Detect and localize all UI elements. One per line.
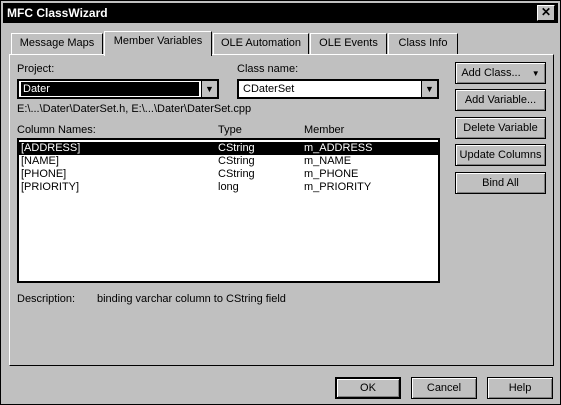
classwizard-dialog: MFC ClassWizard ✕ Message Maps Member Va… [0, 0, 561, 405]
delete-variable-button[interactable]: Delete Variable [455, 117, 546, 139]
column-name-cell: [ADDRESS] [21, 142, 81, 154]
add-class-button[interactable]: Add Class... ▼ [455, 62, 546, 84]
classname-combo[interactable]: CDaterSet ▼ [237, 79, 439, 99]
table-row[interactable]: [PHONE] CString m_PHONE [19, 168, 438, 181]
tab-class-info[interactable]: Class Info [388, 33, 458, 54]
member-header: Member [304, 124, 345, 136]
dropdown-arrow-icon[interactable]: ▼ [421, 81, 437, 97]
description-label: Description: [17, 293, 76, 305]
column-name-cell: [PHONE] [21, 168, 67, 180]
member-cell: m_ADDRESS [304, 142, 373, 154]
project-combo[interactable]: Dater ▼ [17, 79, 219, 99]
type-cell: CString [218, 168, 255, 180]
tab-ole-automation[interactable]: OLE Automation [213, 33, 309, 54]
type-cell: CString [218, 155, 255, 167]
description-text: binding varchar column to CString field [97, 293, 286, 305]
project-value: Dater [21, 82, 199, 96]
table-row[interactable]: [PRIORITY] long m_PRIORITY [19, 181, 438, 194]
classname-value: CDaterSet [243, 83, 295, 95]
close-icon[interactable]: ✕ [537, 5, 555, 21]
window-title: MFC ClassWizard [7, 6, 108, 20]
column-name-cell: [NAME] [21, 155, 59, 167]
title-bar: MFC ClassWizard ✕ [3, 3, 558, 23]
type-cell: long [218, 181, 239, 193]
cancel-button[interactable]: Cancel [411, 377, 477, 399]
member-cell: m_NAME [304, 155, 352, 167]
column-variable-list[interactable]: [ADDRESS] CString m_ADDRESS [NAME] CStri… [17, 138, 440, 283]
type-cell: CString [218, 142, 255, 154]
column-name-cell: [PRIORITY] [21, 181, 80, 193]
bind-all-button[interactable]: Bind All [455, 172, 546, 194]
tab-ole-events[interactable]: OLE Events [310, 33, 387, 54]
member-cell: m_PHONE [304, 168, 359, 180]
help-button[interactable]: Help [487, 377, 553, 399]
table-row[interactable]: [ADDRESS] CString m_ADDRESS [19, 142, 438, 155]
dropdown-arrow-icon[interactable]: ▼ [201, 81, 217, 97]
tab-message-maps[interactable]: Message Maps [11, 33, 103, 54]
ok-button[interactable]: OK [335, 377, 401, 399]
member-cell: m_PRIORITY [304, 181, 372, 193]
column-names-header: Column Names: [17, 124, 96, 136]
type-header: Type [218, 124, 242, 136]
table-row[interactable]: [NAME] CString m_NAME [19, 155, 438, 168]
update-columns-button[interactable]: Update Columns [455, 144, 546, 166]
tab-member-variables[interactable]: Member Variables [104, 31, 212, 56]
add-variable-button[interactable]: Add Variable... [455, 89, 546, 111]
files-path: E:\...\Dater\DaterSet.h, E:\...\Dater\Da… [17, 103, 252, 115]
dropdown-arrow-icon: ▼ [531, 69, 540, 78]
